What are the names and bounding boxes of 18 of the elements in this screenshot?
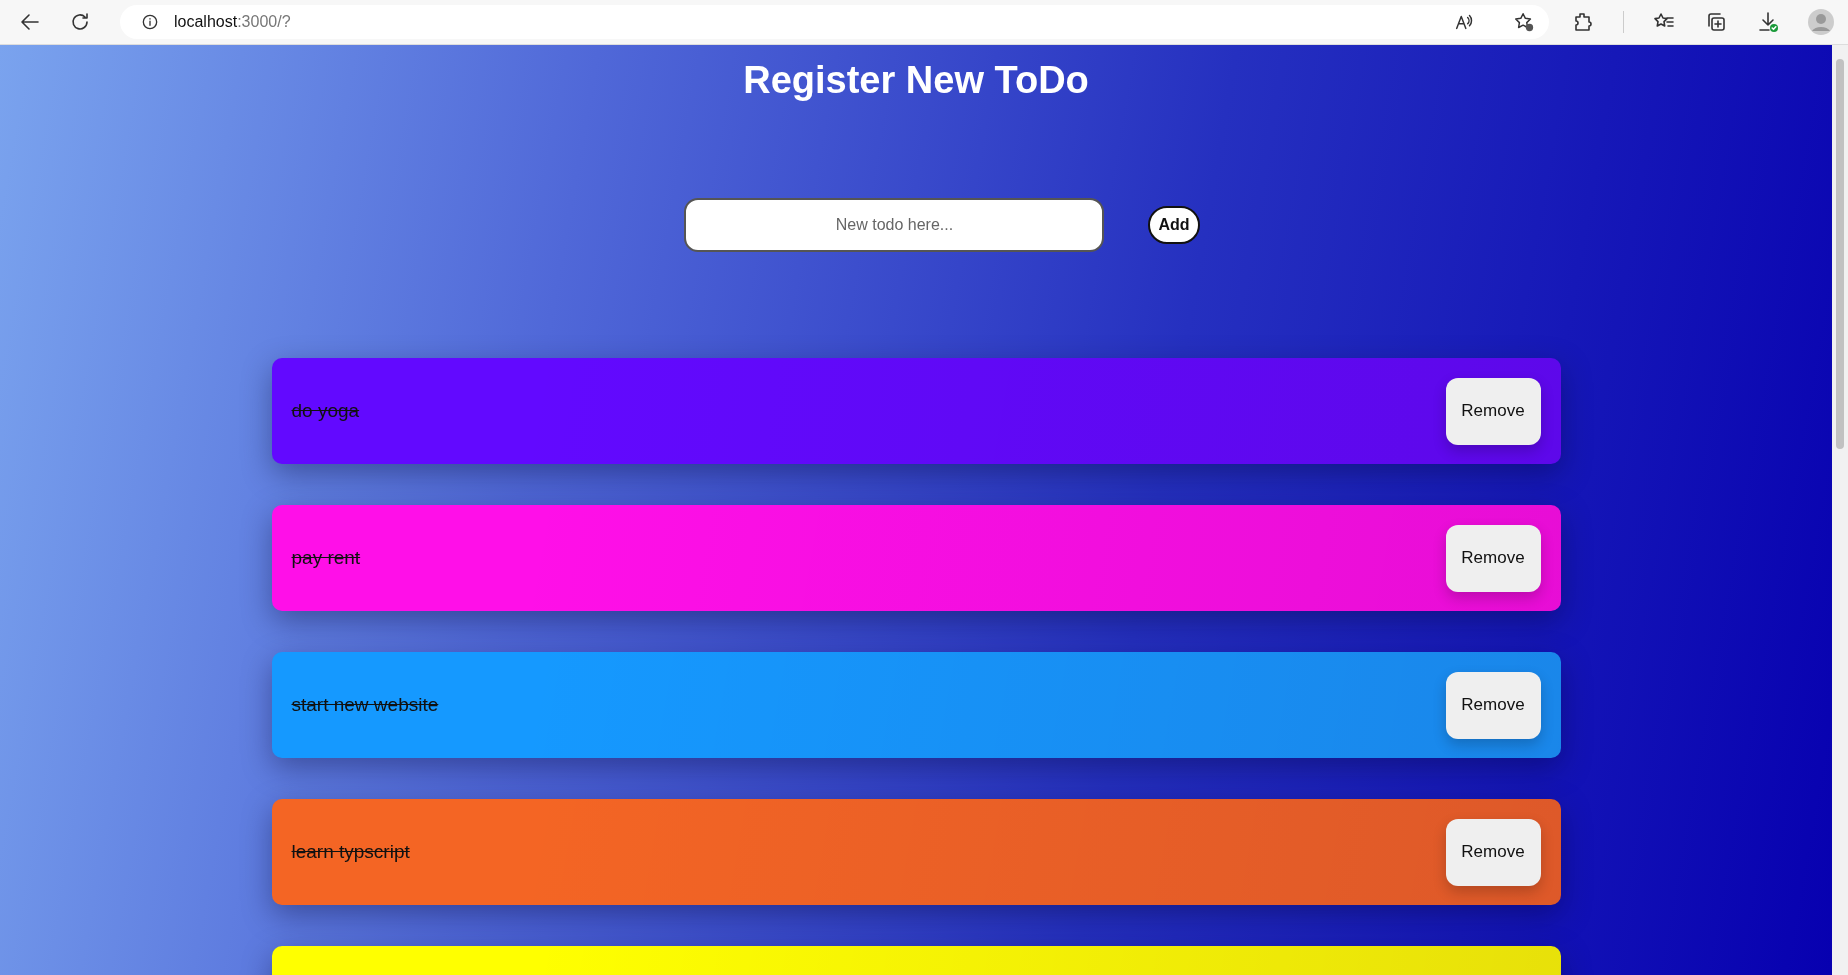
todo-text: pay rent [291, 547, 361, 569]
todo-text: do yoga [291, 400, 360, 422]
avatar-icon[interactable] [1808, 9, 1834, 35]
info-icon[interactable] [140, 12, 160, 32]
page-title: Register New ToDo [743, 58, 1089, 103]
todo-text: start new website [291, 694, 439, 716]
remove-button[interactable]: Remove [1445, 818, 1541, 886]
todo-input[interactable]: New todo here... [684, 198, 1105, 252]
remove-button[interactable]: Remove [1445, 671, 1541, 739]
download-icon[interactable] [1756, 10, 1780, 34]
remove-button[interactable]: Remove [1445, 524, 1541, 592]
todo-text: learn typscript [291, 841, 410, 863]
scrollbar-thumb[interactable] [1836, 59, 1844, 449]
address-bar[interactable]: localhost:3000/? [120, 5, 1549, 39]
remove-button[interactable]: Remove [1445, 377, 1541, 445]
add-button[interactable]: Add [1148, 206, 1200, 244]
address-text: localhost:3000/? [174, 13, 291, 31]
star-plus-icon[interactable] [1513, 11, 1535, 33]
